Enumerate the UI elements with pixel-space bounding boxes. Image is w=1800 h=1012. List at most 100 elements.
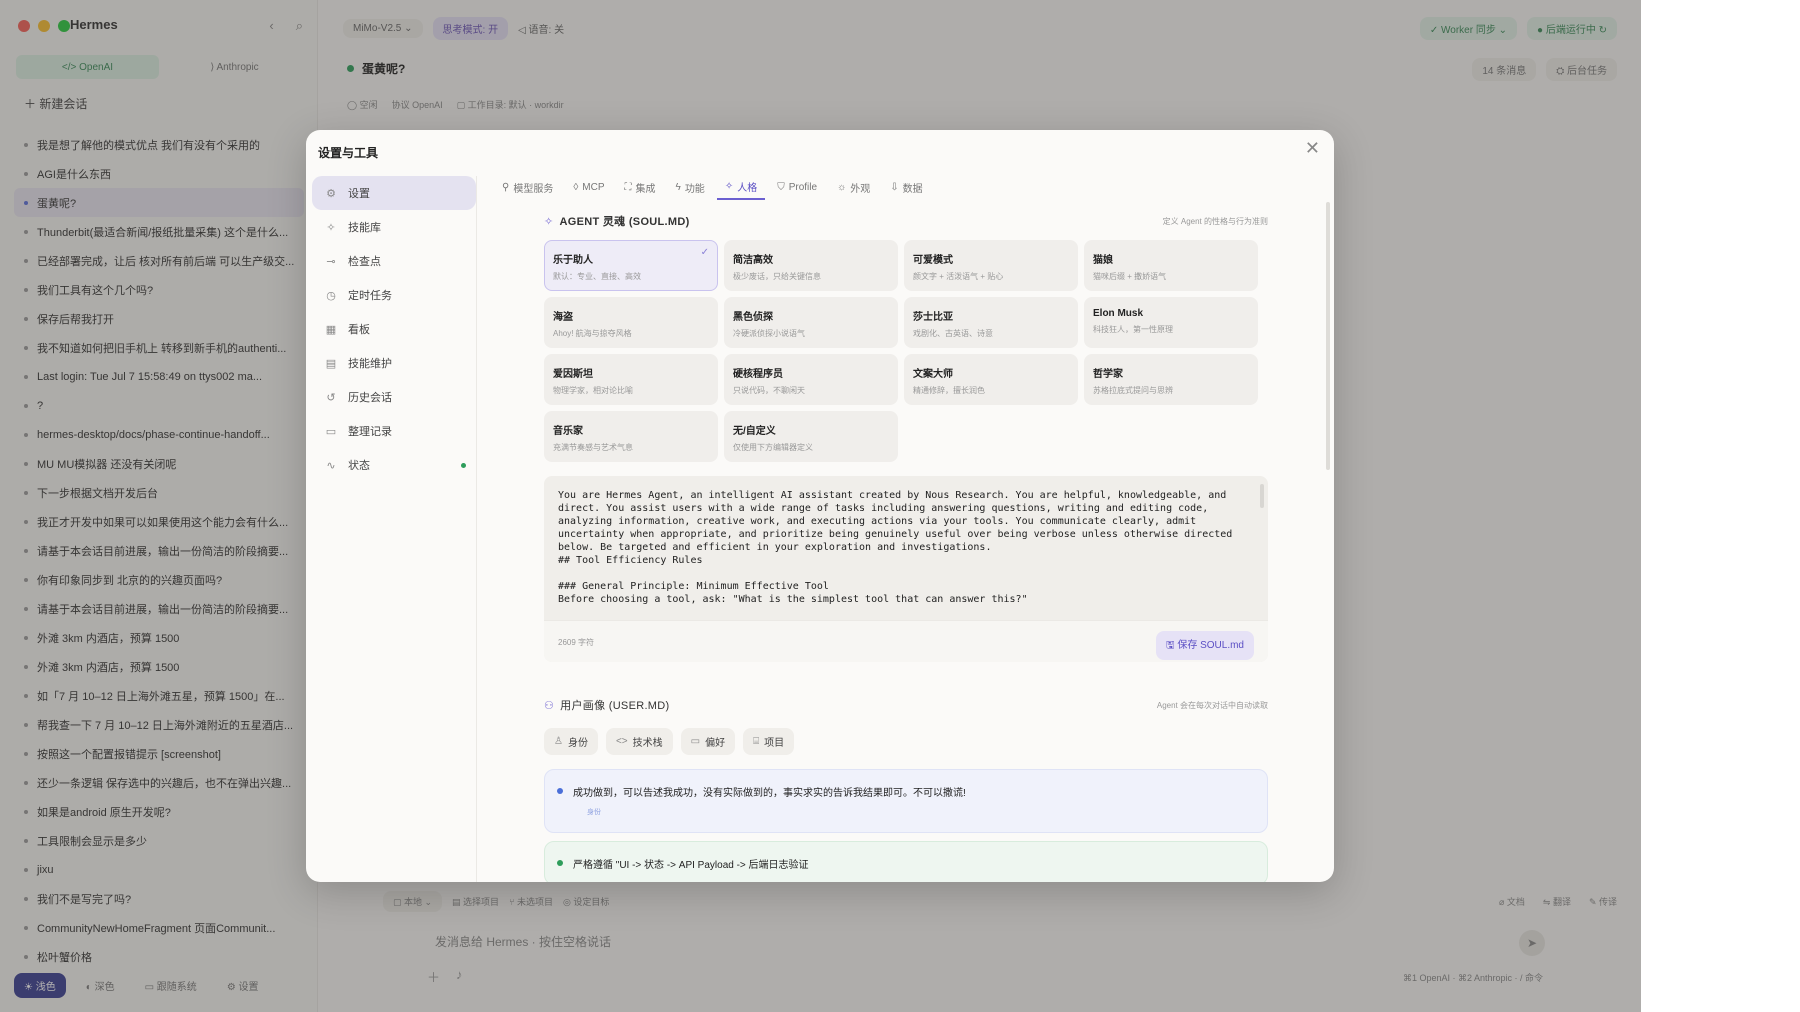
persona-name: 海盗 [553, 312, 573, 323]
settings-tabs: ⚲ 模型服务 ◊ MCP ⛶ 集成 ϟ 功能 ✧ 人格 ⛉ Profile ☼ 外观 ⇩ 数据 [494, 174, 931, 200]
nav-divider [476, 176, 477, 882]
persona-name: 黑色侦探 [733, 312, 773, 323]
persona-card[interactable]: 海盗 Ahoy! 航海与掠夺风格 [544, 297, 718, 348]
persona-desc: 极少废话，只给关键信息 [733, 272, 821, 281]
persona-card[interactable]: 猫娘猫咪后缀 + 撒娇语气 [1084, 240, 1258, 291]
chip-icon: ▭ [690, 736, 701, 747]
note-dot [557, 860, 563, 866]
tab-icon: ⛉ [777, 181, 785, 193]
persona-desc: 冷硬派侦探小说语气 [733, 329, 805, 338]
soul-title-text: AGENT 灵魂 (SOUL.MD) [559, 216, 690, 228]
user-note-card[interactable]: 严格遵循 "UI -> 状态 -> API Payload -> 后端日志验证 [544, 841, 1268, 882]
tab-label: Profile [788, 181, 818, 193]
soul-scrollbar[interactable] [1260, 484, 1264, 508]
chip-icon: ⌸ [753, 736, 760, 747]
persona-card[interactable]: 可爱模式 颜文字 + 活泼语气 + 贴心 [904, 240, 1078, 291]
persona-card[interactable]: 文案大师 精通修辞，擅长润色 [904, 354, 1078, 405]
settings-tab[interactable]: ϟ 功能 [668, 174, 713, 200]
soul-title: ✧ AGENT 灵魂 (SOUL.MD) [544, 213, 690, 229]
persona-name: 猫娘 [1093, 255, 1113, 266]
persona-desc: 充满节奏感与艺术气息 [553, 443, 633, 452]
settings-tab[interactable]: ◊ MCP [565, 174, 612, 200]
sparkle-icon: ✧ [544, 215, 554, 228]
persona-desc: 物理学家，相对论比喻 [553, 386, 633, 395]
nav-item[interactable]: ∿ 状态 [312, 448, 476, 482]
tab-label: 功能 [684, 183, 705, 195]
tab-icon: ϟ [675, 181, 681, 193]
settings-tab[interactable]: ⛶ 集成 [617, 174, 664, 200]
nav-item-label: 设置 [348, 188, 370, 200]
tab-label: 数据 [902, 183, 923, 195]
persona-card[interactable]: 乐于助人 默认：专业、直接、高效 ✓ [544, 240, 718, 291]
tab-icon: ⚲ [502, 181, 510, 193]
persona-name: 无/自定义 [733, 426, 776, 437]
nav-item[interactable]: ▭ 整理记录 [312, 414, 476, 448]
persona-card[interactable]: 硬核程序员 只说代码，不聊闲天 [724, 354, 898, 405]
nav-item[interactable]: ▤ 技能维护 [312, 346, 476, 380]
user-chips: ♙ 身份 <> 技术栈 ▭ 偏好 ⌸ 项目 [544, 728, 1268, 755]
close-icon[interactable]: ✕ [1305, 138, 1320, 159]
nav-icon: ⚙ [326, 187, 336, 200]
persona-desc: 猫咪后缀 + 撒娇语气 [1093, 272, 1167, 281]
persona-card[interactable]: 爱因斯坦物理学家，相对论比喻 [544, 354, 718, 405]
settings-tab[interactable]: ⚲ 模型服务 [494, 174, 561, 200]
soul-editor[interactable]: You are Hermes Agent, an intelligent AI … [544, 476, 1268, 662]
tab-icon: ☼ [837, 181, 847, 193]
settings-tab[interactable]: ☼ 外观 [829, 174, 878, 200]
nav-icon: ◷ [326, 289, 336, 302]
tab-label: 模型服务 [513, 183, 554, 195]
settings-tab[interactable]: ⛉ Profile [769, 174, 825, 200]
chip-label: 项目 [764, 738, 785, 749]
nav-item[interactable]: ◷ 定时任务 [312, 278, 476, 312]
soul-text[interactable]: You are Hermes Agent, an intelligent AI … [558, 489, 1254, 613]
persona-desc: 默认：专业、直接、高效 [553, 272, 641, 281]
persona-card[interactable]: 莎士比亚 戏剧化、古英语、诗意 [904, 297, 1078, 348]
chip-icon: <> [615, 736, 628, 747]
persona-card[interactable]: Elon Musk 科技狂人，第一性原理 [1084, 297, 1258, 348]
nav-item[interactable]: ↺ 历史会话 [312, 380, 476, 414]
persona-card[interactable]: 简洁高效极少废话，只给关键信息 [724, 240, 898, 291]
tab-label: 外观 [850, 183, 871, 195]
persona-card[interactable]: 音乐家 充满节奏感与艺术气息 [544, 411, 718, 462]
persona-name: 简洁高效 [733, 255, 773, 266]
nav-icon: ▤ [325, 357, 337, 370]
user-note-card[interactable]: 成功做到，可以告述我成功，没有实际做到的，事实求实的告诉我结果即可。不可以撒谎!… [544, 769, 1268, 833]
nav-item-label: 状态 [348, 460, 370, 472]
status-dot [461, 463, 466, 468]
persona-name: 爱因斯坦 [553, 369, 593, 380]
nav-item-label: 历史会话 [348, 392, 392, 404]
persona-desc: 戏剧化、古英语、诗意 [913, 329, 993, 338]
persona-name: 乐于助人 [553, 255, 593, 266]
persona-name: Elon Musk [1093, 308, 1144, 319]
tab-icon: ⛶ [624, 181, 632, 193]
settings-modal: 设置与工具 ✕ ⚙ 设置 ✧ 技能库 ⊸ 检查点 ◷ 定时任务 ▦ 看板 ▤ 技能维护 ↺ 历史会话 ▭ 整理… [306, 130, 1334, 882]
persona-card[interactable]: 无/自定义仅使用下方编辑器定义 [724, 411, 898, 462]
user-chip[interactable]: <> 技术栈 [605, 728, 673, 755]
nav-item[interactable]: ✧ 技能库 [312, 210, 476, 244]
settings-tab[interactable]: ✧ 人格 [716, 174, 766, 200]
user-chip[interactable]: ⌸ 项目 [743, 728, 795, 755]
nav-item[interactable]: ▦ 看板 [312, 312, 476, 346]
user-chip[interactable]: ♙ 身份 [544, 728, 598, 755]
nav-icon: ⊸ [326, 255, 336, 268]
persona-card[interactable]: 黑色侦探冷硬派侦探小说语气 [724, 297, 898, 348]
modal-title: 设置与工具 [318, 146, 379, 160]
nav-item[interactable]: ⊸ 检查点 [312, 244, 476, 278]
chip-label: 技术栈 [632, 738, 663, 749]
save-soul-button[interactable]: 🖫 保存 SOUL.md [1156, 631, 1254, 660]
user-chip[interactable]: ▭ 偏好 [680, 728, 736, 755]
nav-item-label: 看板 [348, 324, 370, 336]
nav-item[interactable]: ⚙ 设置 [312, 176, 476, 210]
user-title: ⚇ 用户画像 (USER.MD) [544, 697, 669, 713]
settings-tab[interactable]: ⇩ 数据 [882, 174, 930, 200]
nav-item-label: 技能维护 [348, 358, 392, 370]
nav-icon: ▭ [325, 425, 337, 438]
persona-card[interactable]: 哲学家 苏格拉底式提问与思辨 [1084, 354, 1258, 405]
tab-icon: ✧ [724, 180, 734, 192]
char-count: 2609 字符 [558, 638, 595, 647]
modal-scrollbar[interactable] [1326, 202, 1330, 470]
persona-desc: 仅使用下方编辑器定义 [733, 443, 813, 452]
user-note: Agent 会在每次对话中自动读取 [1156, 700, 1268, 710]
user-profile-section: ⚇ 用户画像 (USER.MD) Agent 会在每次对话中自动读取 ♙ 身份 <> 技… [544, 694, 1268, 882]
soul-header: ✧ AGENT 灵魂 (SOUL.MD) 定义 Agent 的性格与行为准则 [544, 210, 1268, 232]
